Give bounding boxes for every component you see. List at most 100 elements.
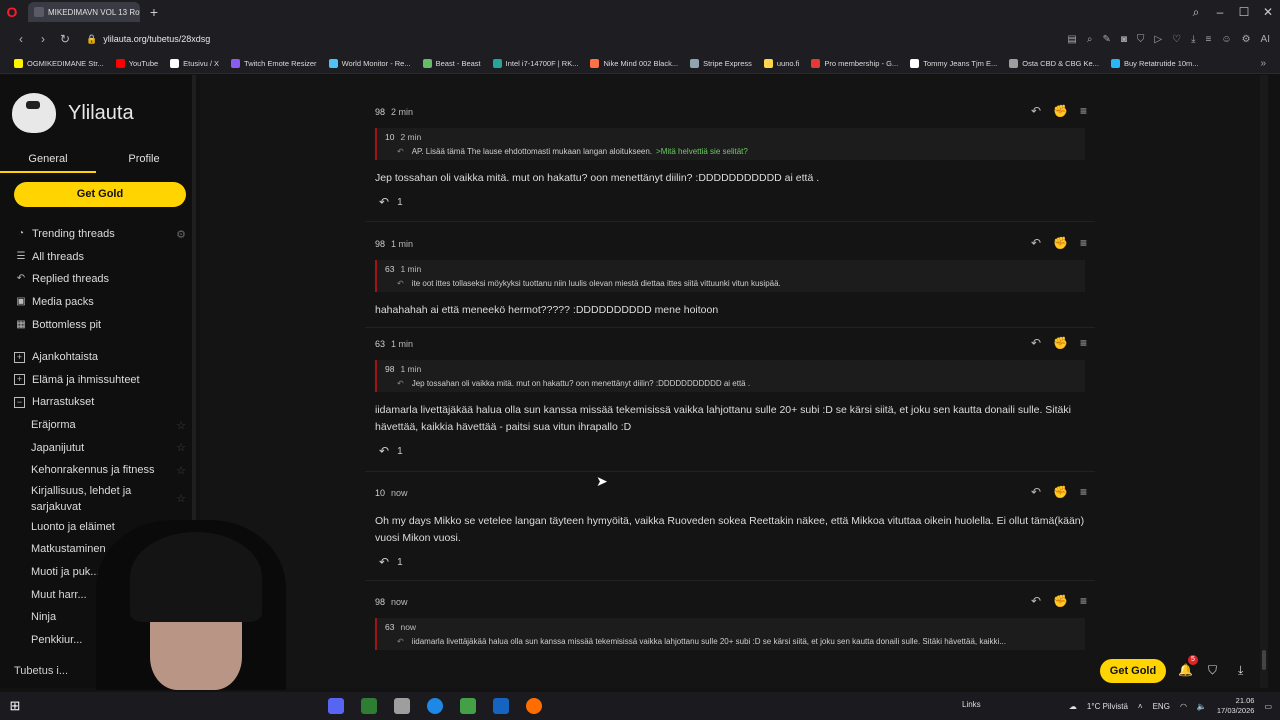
notification-bell-icon[interactable]: 🔔 — [1178, 663, 1193, 677]
site-logo[interactable]: Ylilauta — [12, 93, 134, 133]
board-item[interactable]: Kehonrakennus ja fitness ☆ — [14, 459, 186, 482]
bookmarks-more-icon[interactable]: » — [1260, 58, 1266, 69]
board-item[interactable]: Eräjorma ☆ — [14, 414, 186, 437]
ai-icon[interactable]: AI — [1261, 34, 1270, 45]
reader-icon[interactable]: ▤ — [1067, 34, 1076, 45]
terminal-icon[interactable] — [361, 698, 377, 714]
post-number[interactable]: 98 — [375, 597, 385, 607]
post-number[interactable]: 63 — [375, 339, 385, 349]
floating-get-gold-button[interactable]: Get Gold — [1100, 659, 1166, 683]
profile-icon[interactable]: ☺ — [1221, 34, 1231, 45]
weather-text[interactable]: 1°C Pilvistä — [1087, 702, 1128, 711]
sidebar-item-trending[interactable]: ◔ Trending threads ⚙ — [14, 223, 186, 246]
quoted-post[interactable]: 10 2 min ↶ AP. Lisää tämä The lause ehdott… — [375, 128, 1085, 160]
bookmark-item[interactable]: Tommy Jeans Tjm E... — [910, 59, 997, 68]
sidebar-footer[interactable]: Tubetus i... — [14, 665, 68, 677]
firefox-icon[interactable] — [526, 698, 542, 714]
post-number[interactable]: 98 — [375, 239, 385, 249]
volume-icon[interactable]: 🔈 — [1197, 702, 1207, 711]
quote-number[interactable]: 10 — [385, 132, 394, 142]
links-toolbar[interactable]: Links — [962, 700, 981, 709]
like-icon[interactable]: ✊ — [1053, 336, 1068, 350]
category-harrastukset[interactable]: − Harrastukset — [14, 391, 186, 414]
play-app-icon[interactable] — [460, 698, 476, 714]
post-number[interactable]: 98 — [375, 107, 385, 117]
reply-icon[interactable]: ↶ — [1031, 336, 1041, 350]
reply-icon[interactable]: ↶ — [1031, 485, 1041, 499]
star-icon[interactable]: ☆ — [176, 464, 186, 477]
bookmark-item[interactable]: Osta CBD & CBG Ke... — [1009, 59, 1099, 68]
bookmark-item[interactable]: World Monitor - Re... — [328, 59, 411, 68]
gear-icon[interactable]: ⚙ — [176, 228, 186, 241]
download-arrow-icon[interactable]: ⤓ — [1238, 663, 1243, 678]
reload-icon[interactable]: ↻ — [54, 32, 76, 46]
extension-icon[interactable]: ⚙ — [1242, 34, 1251, 45]
bookmark-item[interactable]: Buy Retatrutide 10m... — [1110, 59, 1199, 68]
zoom-icon[interactable]: ⌕ — [1087, 34, 1093, 45]
minimize-button[interactable]: – — [1208, 5, 1232, 20]
reply-count[interactable]: ↶ 1 — [365, 547, 1095, 579]
reply-icon[interactable]: ↶ — [1031, 594, 1041, 608]
new-tab-button[interactable]: + — [146, 4, 162, 20]
scrollbar[interactable] — [1260, 75, 1268, 688]
search-tabs-icon[interactable]: ⌕ — [1184, 5, 1208, 20]
like-icon[interactable]: ✊ — [1053, 594, 1068, 608]
category-elama[interactable]: + Elämä ja ihmissuhteet — [14, 369, 186, 392]
like-icon[interactable]: ✊ — [1053, 104, 1068, 118]
steam-icon[interactable] — [493, 698, 509, 714]
reply-count[interactable]: ↶ 1 — [365, 187, 1095, 219]
sidebar-item-replied[interactable]: ↶ Replied threads — [14, 268, 186, 291]
quoted-post[interactable]: 63 1 min ↶ ite oot ittes tollaseksi möykyk… — [375, 260, 1085, 292]
post-menu-icon[interactable]: ≡ — [1080, 485, 1087, 499]
post-menu-icon[interactable]: ≡ — [1080, 104, 1087, 118]
board-item[interactable]: Japanijutut ☆ — [14, 436, 186, 459]
tray-chevron-icon[interactable]: ˄ — [1138, 702, 1143, 711]
bookmark-item[interactable]: Intel i7-14700F | RK... — [492, 59, 578, 68]
bookmark-item[interactable]: Nike Mind 002 Black... — [590, 59, 678, 68]
edit-icon[interactable]: ✎ — [1102, 34, 1110, 45]
tab-profile[interactable]: Profile — [96, 153, 192, 173]
scrollbar-thumb[interactable] — [1262, 650, 1266, 670]
post-menu-icon[interactable]: ≡ — [1080, 236, 1087, 250]
star-icon[interactable]: ☆ — [176, 491, 186, 507]
close-window-button[interactable]: ✕ — [1256, 5, 1280, 20]
maximize-button[interactable]: ☐ — [1232, 5, 1256, 20]
post-number[interactable]: 10 — [375, 488, 385, 498]
bookmark-item[interactable]: uuno.fi — [763, 59, 799, 68]
back-icon[interactable]: ‹ — [10, 32, 32, 46]
play-icon[interactable]: ▷ — [1154, 34, 1162, 45]
bookmark-item[interactable]: Twitch Emote Resizer — [231, 59, 317, 68]
windows-start-icon[interactable]: ⊞ — [0, 698, 30, 714]
menu-icon[interactable]: ≡ — [1206, 34, 1212, 45]
edge-icon[interactable] — [427, 698, 443, 714]
camera-icon[interactable]: ◙ — [1121, 34, 1127, 45]
reply-count[interactable]: ↶ 1 — [365, 436, 1095, 468]
weather-icon[interactable]: ☁ — [1069, 702, 1077, 711]
bookmark-icon[interactable]: ⛉ — [1208, 663, 1217, 678]
reply-icon[interactable]: ↶ — [1031, 236, 1041, 250]
discord-icon[interactable] — [328, 698, 344, 714]
star-icon[interactable]: ☆ — [176, 441, 186, 454]
bookmark-item[interactable]: OGMIKEDIMANE Str... — [14, 59, 104, 68]
star-icon[interactable]: ☆ — [176, 419, 186, 432]
browser-tab[interactable]: MIKEDIMAVN VOL 13 Rov — [28, 2, 140, 22]
quoted-post[interactable]: 63 now ↶ iidamarla livettäjäkää halua olla… — [375, 618, 1085, 650]
download-icon[interactable]: ⤓ — [1191, 34, 1195, 45]
quote-number[interactable]: 63 — [385, 264, 394, 274]
category-ajankohtaista[interactable]: + Ajankohtaista — [14, 346, 186, 369]
bookmark-item[interactable]: YouTube — [115, 59, 158, 68]
shield-app-icon[interactable] — [394, 698, 410, 714]
get-gold-button[interactable]: Get Gold — [14, 182, 186, 207]
url-field[interactable]: 🔒 ylilauta.org/tubetus/28xdsg — [86, 34, 210, 45]
forward-icon[interactable]: › — [32, 32, 54, 46]
shield-icon[interactable]: ⛉ — [1137, 34, 1145, 45]
clock[interactable]: 21.06 17/03/2026 — [1217, 696, 1255, 716]
wifi-icon[interactable]: ◠ — [1180, 702, 1187, 711]
notifications-icon[interactable]: ▭ — [1264, 702, 1272, 711]
board-item[interactable]: Kirjallisuus, lehdet ja sarjakuvat ☆ — [14, 482, 186, 516]
post-menu-icon[interactable]: ≡ — [1080, 336, 1087, 350]
quote-number[interactable]: 63 — [385, 622, 394, 632]
bookmark-item[interactable]: Etusivu / X — [170, 59, 219, 68]
bookmark-item[interactable]: Stripe Express — [690, 59, 752, 68]
quote-number[interactable]: 98 — [385, 364, 394, 374]
